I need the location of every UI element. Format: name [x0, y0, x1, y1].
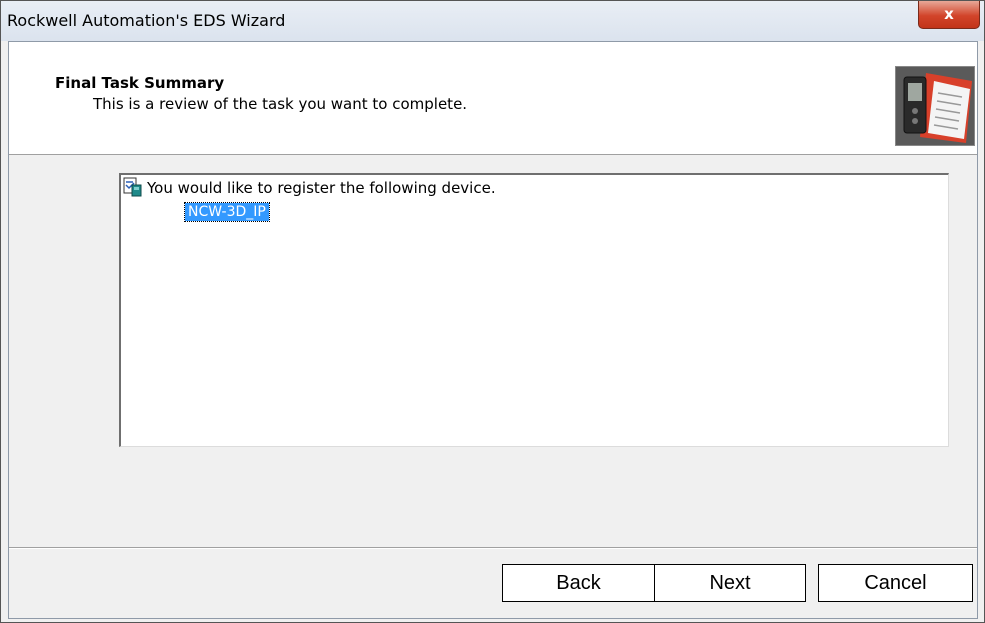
document-register-icon [123, 177, 142, 197]
wizard-client-area: Final Task Summary This is a review of t… [8, 41, 978, 619]
title-bar[interactable]: Rockwell Automation's EDS Wizard x [1, 1, 984, 41]
page-title: Final Task Summary [55, 74, 225, 92]
page-subtitle: This is a review of the task you want to… [93, 95, 468, 113]
close-button[interactable]: x [918, 1, 980, 29]
wizard-documents-icon [896, 67, 974, 145]
wizard-window: Rockwell Automation's EDS Wizard x Final… [0, 0, 985, 623]
back-button[interactable]: Back [502, 564, 655, 602]
close-icon: x [944, 5, 954, 23]
device-name-item[interactable]: NCW-3D_IP [184, 202, 270, 222]
task-summary-box[interactable]: You would like to register the following… [119, 173, 949, 447]
wizard-documents-image [895, 66, 975, 146]
footer-separator [9, 547, 977, 549]
cancel-button[interactable]: Cancel [818, 564, 973, 602]
wizard-header: Final Task Summary This is a review of t… [9, 42, 977, 155]
next-button[interactable]: Next [654, 564, 806, 602]
window-title: Rockwell Automation's EDS Wizard [7, 11, 286, 30]
summary-description: You would like to register the following… [147, 179, 496, 197]
